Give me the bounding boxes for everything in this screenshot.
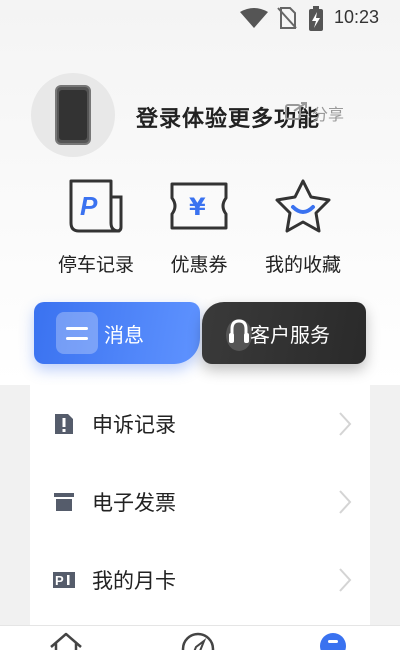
- profile-icon[interactable]: [320, 633, 346, 650]
- phone-avatar-icon: [55, 85, 91, 145]
- share-icon: [284, 101, 310, 125]
- customer-service-label: 客户服务: [250, 322, 330, 347]
- coupon-icon: ¥: [149, 176, 249, 236]
- status-time: 10:23: [334, 7, 380, 27]
- wifi-icon: [240, 8, 268, 32]
- quick-action-label: 优惠券: [170, 254, 228, 276]
- menu-item-e-invoice[interactable]: 电子发票: [30, 463, 370, 541]
- svg-text:P: P: [80, 191, 98, 221]
- customer-service-card[interactable]: 客户服务: [202, 302, 366, 364]
- menu-list: 申诉记录 电子发票 P 我的月卡: [30, 385, 370, 625]
- status-bar: 10:23: [0, 0, 400, 36]
- menu-item-monthly-card[interactable]: P 我的月卡: [30, 541, 370, 619]
- message-icon: [56, 312, 98, 354]
- menu-item-appeal-records[interactable]: 申诉记录: [30, 385, 370, 463]
- quick-action-label: 我的收藏: [264, 254, 341, 276]
- svg-text:P: P: [55, 573, 64, 588]
- star-icon: [253, 176, 353, 236]
- menu-item-label: 电子发票: [92, 491, 176, 515]
- quick-action-label: 停车记录: [57, 254, 134, 276]
- chevron-right-icon: [338, 567, 352, 597]
- menu-item-label: 申诉记录: [92, 413, 176, 437]
- appeal-icon: [52, 412, 76, 436]
- quick-action-coupons[interactable]: ¥ 优惠券: [149, 176, 249, 277]
- quick-action-favorites[interactable]: 我的收藏: [253, 176, 353, 277]
- no-sim-icon: [276, 6, 298, 34]
- compass-icon[interactable]: [180, 631, 216, 650]
- svg-text:¥: ¥: [189, 193, 206, 221]
- invoice-icon: [52, 490, 76, 514]
- chevron-right-icon: [338, 489, 352, 519]
- parking-ticket-icon: P: [46, 176, 146, 236]
- avatar[interactable]: [31, 73, 115, 157]
- battery-charging-icon: [308, 6, 324, 36]
- monthly-card-icon: P: [52, 568, 76, 592]
- chevron-right-icon: [338, 411, 352, 441]
- messages-label: 消息: [104, 322, 144, 347]
- messages-card[interactable]: 消息: [34, 302, 200, 364]
- menu-item-label: 我的月卡: [92, 569, 176, 593]
- bottom-nav: [0, 625, 400, 650]
- home-icon[interactable]: [48, 631, 84, 650]
- share-label: 分享: [312, 105, 345, 124]
- quick-action-parking-records[interactable]: P 停车记录: [46, 176, 146, 277]
- share-button[interactable]: 分享: [284, 101, 344, 125]
